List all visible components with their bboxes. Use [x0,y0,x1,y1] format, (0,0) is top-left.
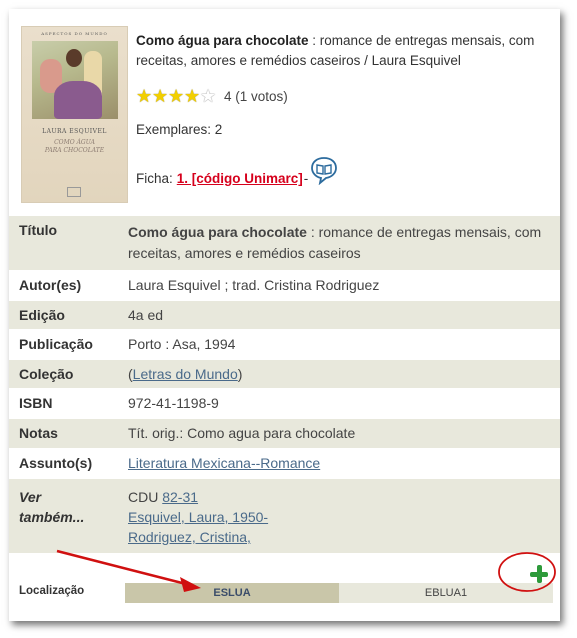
location-tab-eblua1[interactable]: EBLUA1 [339,583,553,603]
ficha-row: Ficha: 1. [código Unimarc] - [136,156,339,186]
record-summary: ASPECTOS DO MUNDO LAURA ESQUIVEL COMO ÁG… [9,9,560,214]
row-publicacao: Publicação Porto : Asa, 1994 [9,329,560,360]
record-panel: ASPECTOS DO MUNDO LAURA ESQUIVEL COMO ÁG… [9,9,560,621]
ficha-unimarc-link[interactable]: 1. [código Unimarc] [177,171,303,186]
record-title: Como água para chocolate : romance de en… [136,31,556,71]
book-cover[interactable]: ASPECTOS DO MUNDO LAURA ESQUIVEL COMO ÁG… [21,26,128,203]
value-publicacao: Porto : Asa, 1994 [128,329,560,360]
rating-stars[interactable]: ★ ★ ★ ★ ★ [136,87,216,105]
location-label: Localização [19,585,85,597]
colecao-link[interactable]: Letras do Mundo [133,366,238,382]
label-autores: Autor(es) [9,270,128,301]
star-icon[interactable]: ★ [200,87,216,105]
row-colecao: Coleção (Letras do Mundo) [9,359,560,389]
star-icon[interactable]: ★ [184,87,200,105]
row-titulo: Título Como água para chocolate : romanc… [9,215,560,271]
row-notas: Notas Tít. orig.: Como agua para chocola… [9,418,560,449]
value-isbn: 972-41-1198-9 [128,388,560,419]
value-edicao: 4a ed [128,300,560,330]
star-icon[interactable]: ★ [168,87,184,105]
author-link-rodriguez[interactable]: Rodriguez, Cristina, [128,529,251,545]
value-assunto: Literatura Mexicana--Romance [128,448,560,479]
label-notas: Notas [9,418,128,449]
row-edicao: Edição 4a ed [9,300,560,330]
label-ver-tambem: Ver também... [9,478,128,553]
value-titulo: Como água para chocolate : romance de en… [128,215,560,271]
label-assunto: Assunto(s) [9,448,128,479]
ficha-dash: - [303,171,309,186]
star-icon[interactable]: ★ [152,87,168,105]
label-colecao: Coleção [9,359,128,389]
cover-author: LAURA ESQUIVEL [42,128,107,135]
row-assunto: Assunto(s) Literatura Mexicana--Romance [9,448,560,479]
cdu-link[interactable]: 82-31 [162,489,198,505]
row-ver-tambem: Ver também... CDU 82-31 Esquivel, Laura, … [9,478,560,553]
value-autores: Laura Esquivel ; trad. Cristina Rodrigue… [128,270,560,301]
cover-title: COMO ÁGUA PARA CHOCOLATE [44,139,105,154]
copies-count: Exemplares: 2 [136,122,223,137]
value-ver-tambem: CDU 82-31 Esquivel, Laura, 1950- Rodrigu… [128,478,560,553]
row-isbn: ISBN 972-41-1198-9 [9,388,560,419]
label-isbn: ISBN [9,388,128,419]
book-info-icon[interactable] [309,155,339,185]
record-details-table: Título Como água para chocolate : romanc… [9,215,560,553]
ficha-label: Ficha: [136,171,173,186]
author-link-esquivel[interactable]: Esquivel, Laura, 1950- [128,509,268,525]
cover-publisher-logo [67,187,81,197]
value-colecao: (Letras do Mundo) [128,359,560,389]
plus-icon[interactable] [530,565,548,583]
rating-text: 4 (1 votos) [224,88,288,104]
cover-illustration [32,41,118,119]
label-edicao: Edição [9,300,128,330]
label-titulo: Título [9,215,128,271]
star-icon[interactable]: ★ [136,87,152,105]
record-title-main[interactable]: Como água para chocolate [136,33,309,48]
value-notas: Tít. orig.: Como agua para chocolate [128,418,560,449]
label-publicacao: Publicação [9,329,128,360]
cover-series-text: ASPECTOS DO MUNDO [41,31,108,36]
rating: ★ ★ ★ ★ ★ 4 (1 votos) [136,86,288,106]
row-autores: Autor(es) Laura Esquivel ; trad. Cristin… [9,270,560,301]
location-tab-eslua[interactable]: ESLUA [125,583,339,603]
assunto-link[interactable]: Literatura Mexicana--Romance [128,455,320,471]
